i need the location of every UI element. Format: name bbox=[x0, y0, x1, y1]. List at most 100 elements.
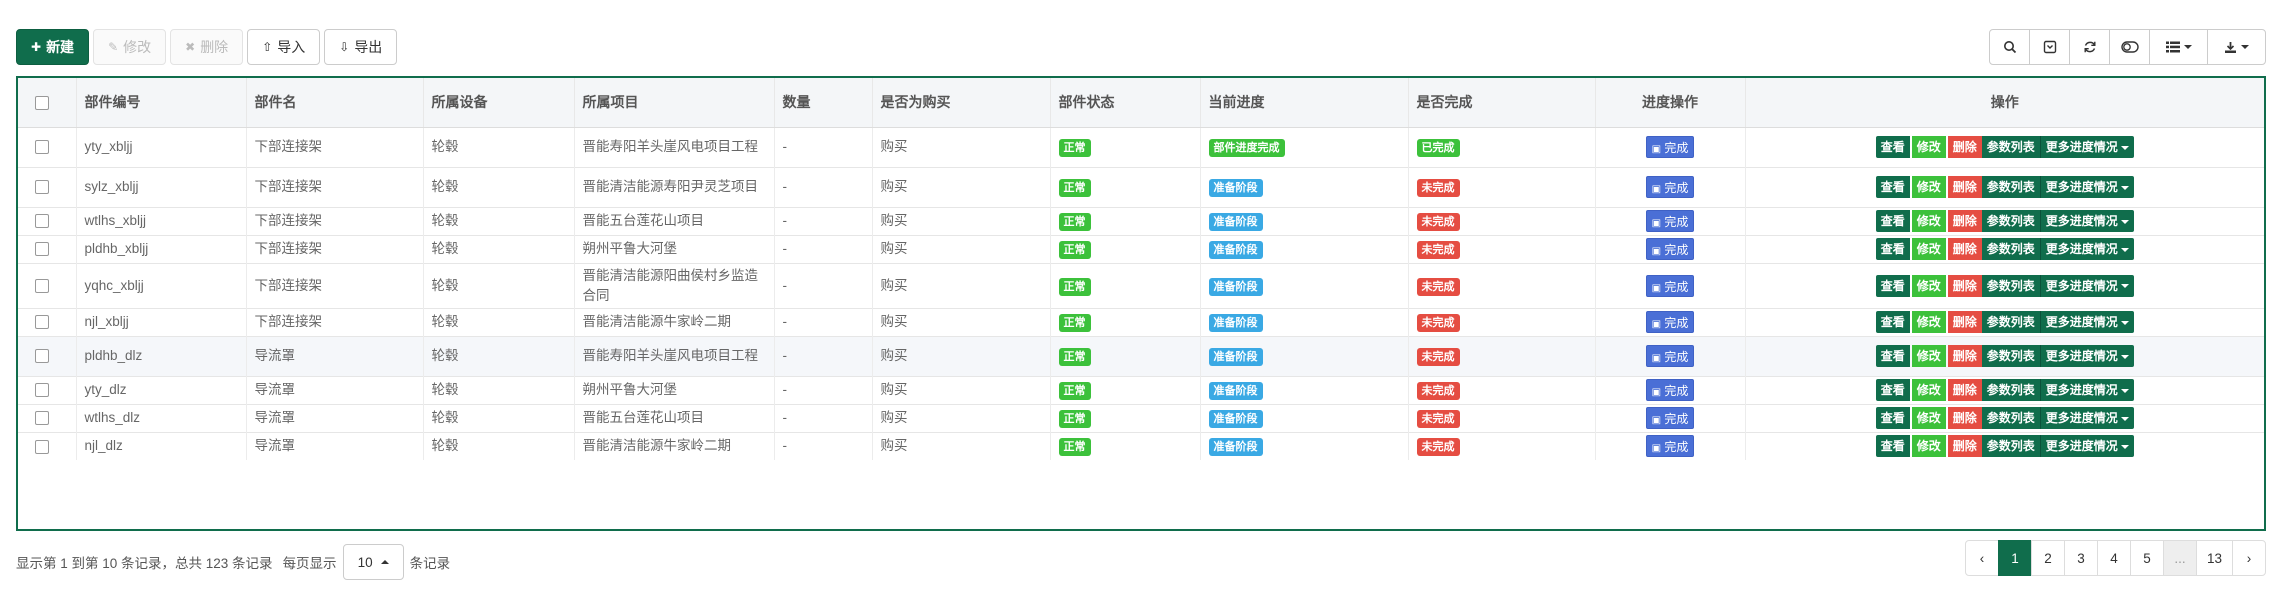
table-row[interactable]: yty_dlz 导流罩 轮毂 朔州平鲁大河堡 - 购买 正常 准备阶段 未完成 ▣ 完成 查看 修改删… bbox=[18, 375, 2264, 404]
more-progress-dropdown[interactable]: 更多进度情况 bbox=[2039, 136, 2134, 158]
row-checkbox[interactable] bbox=[35, 411, 49, 426]
row-checkbox[interactable] bbox=[35, 180, 49, 195]
header-code[interactable]: 部件编号 bbox=[75, 78, 246, 128]
edit-row-button[interactable]: 修改 bbox=[1911, 407, 1946, 429]
params-button[interactable]: 参数列表 bbox=[1981, 136, 2040, 158]
params-button[interactable]: 参数列表 bbox=[1981, 407, 2040, 429]
delete-row-button[interactable]: 删除 bbox=[1947, 407, 1982, 429]
row-checkbox[interactable] bbox=[35, 383, 49, 398]
params-button[interactable]: 参数列表 bbox=[1981, 311, 2040, 333]
page-button[interactable]: 13 bbox=[2195, 540, 2233, 576]
header-quantity[interactable]: 数量 bbox=[773, 78, 872, 128]
delete-row-button[interactable]: 删除 bbox=[1947, 136, 1982, 158]
edit-row-button[interactable]: 修改 bbox=[1911, 435, 1946, 458]
delete-row-button[interactable]: 删除 bbox=[1947, 176, 1982, 198]
header-progress[interactable]: 当前进度 bbox=[1199, 78, 1408, 128]
view-button[interactable]: 查看 bbox=[1875, 238, 1910, 260]
params-button[interactable]: 参数列表 bbox=[1981, 274, 2040, 297]
edit-button[interactable]: ✎ 修改 bbox=[93, 29, 167, 65]
more-progress-dropdown[interactable]: 更多进度情况 bbox=[2039, 311, 2134, 333]
complete-progress-button[interactable]: ▣ 完成 bbox=[1645, 407, 1695, 429]
complete-progress-button[interactable]: ▣ 完成 bbox=[1645, 435, 1695, 458]
new-button[interactable]: ✚ 新建 bbox=[16, 29, 90, 65]
params-button[interactable]: 参数列表 bbox=[1981, 435, 2040, 458]
page-size-select[interactable]: 10 bbox=[342, 544, 404, 580]
refresh-button[interactable] bbox=[2069, 29, 2110, 65]
row-checkbox[interactable] bbox=[35, 315, 49, 330]
delete-row-button[interactable]: 删除 bbox=[1947, 274, 1982, 297]
edit-row-button[interactable]: 修改 bbox=[1911, 176, 1946, 198]
toggle-pane-button[interactable] bbox=[2029, 29, 2070, 65]
delete-row-button[interactable]: 删除 bbox=[1947, 311, 1982, 333]
params-button[interactable]: 参数列表 bbox=[1981, 210, 2040, 232]
complete-progress-button[interactable]: ▣ 完成 bbox=[1645, 379, 1695, 401]
more-progress-dropdown[interactable]: 更多进度情况 bbox=[2039, 379, 2134, 401]
complete-progress-button[interactable]: ▣ 完成 bbox=[1645, 345, 1695, 367]
table-row[interactable]: njl_dlz 导流罩 轮毂 晋能清洁能源牛家岭二期 - 购买 正常 准备阶段 未完成 ▣ 完成 查… bbox=[18, 431, 2264, 460]
params-button[interactable]: 参数列表 bbox=[1981, 345, 2040, 367]
edit-row-button[interactable]: 修改 bbox=[1911, 210, 1946, 232]
table-row[interactable]: sylz_xbljj 下部连接架 轮毂 晋能清洁能源寿阳尹灵芝项目 - 购买 正常 准备阶段 未… bbox=[18, 166, 2264, 207]
table-row[interactable]: yty_xbljj 下部连接架 轮毂 晋能寿阳羊头崖风电项目工程 - 购买 正常 部件进度完成… bbox=[18, 126, 2264, 167]
header-done[interactable]: 是否完成 bbox=[1407, 78, 1595, 128]
delete-row-button[interactable]: 删除 bbox=[1947, 435, 1982, 458]
table-row[interactable]: pldhb_xbljj 下部连接架 轮毂 朔州平鲁大河堡 - 购买 正常 准备阶段 未完成 ▣ 完… bbox=[18, 234, 2264, 263]
complete-progress-button[interactable]: ▣ 完成 bbox=[1645, 238, 1695, 260]
header-status[interactable]: 部件状态 bbox=[1049, 78, 1200, 128]
row-checkbox[interactable] bbox=[35, 140, 49, 155]
more-progress-dropdown[interactable]: 更多进度情况 bbox=[2039, 238, 2134, 260]
more-progress-dropdown[interactable]: 更多进度情况 bbox=[2039, 274, 2134, 297]
more-progress-dropdown[interactable]: 更多进度情况 bbox=[2039, 407, 2134, 429]
edit-row-button[interactable]: 修改 bbox=[1911, 238, 1946, 260]
view-button[interactable]: 查看 bbox=[1875, 435, 1910, 458]
row-checkbox[interactable] bbox=[35, 439, 49, 454]
complete-progress-button[interactable]: ▣ 完成 bbox=[1645, 311, 1695, 333]
complete-progress-button[interactable]: ▣ 完成 bbox=[1645, 176, 1695, 198]
view-button[interactable]: 查看 bbox=[1875, 176, 1910, 198]
more-progress-dropdown[interactable]: 更多进度情况 bbox=[2039, 210, 2134, 232]
table-row[interactable]: wtlhs_dlz 导流罩 轮毂 晋能五台莲花山项目 - 购买 正常 准备阶段 未完成 ▣ 完成 查… bbox=[18, 403, 2264, 432]
header-device[interactable]: 所属设备 bbox=[422, 78, 574, 128]
edit-row-button[interactable]: 修改 bbox=[1911, 345, 1946, 367]
table-row[interactable]: yqhc_xbljj 下部连接架 轮毂 晋能清洁能源阳曲侯村乡监造合同 - 购买 正常 准备阶… bbox=[18, 262, 2264, 308]
delete-row-button[interactable]: 删除 bbox=[1947, 210, 1982, 232]
import-button[interactable]: ⇧ 导入 bbox=[247, 29, 321, 65]
params-button[interactable]: 参数列表 bbox=[1981, 176, 2040, 198]
params-button[interactable]: 参数列表 bbox=[1981, 238, 2040, 260]
more-progress-dropdown[interactable]: 更多进度情况 bbox=[2039, 435, 2134, 458]
prev-page-button[interactable]: ‹ bbox=[1964, 540, 1999, 576]
export-button[interactable]: ⇩ 导出 bbox=[324, 29, 398, 65]
page-button[interactable]: 1 bbox=[1997, 540, 2032, 576]
view-button[interactable]: 查看 bbox=[1875, 407, 1910, 429]
page-button[interactable]: 4 bbox=[2096, 540, 2131, 576]
delete-row-button[interactable]: 删除 bbox=[1947, 379, 1982, 401]
table-row[interactable]: pldhb_dlz 导流罩 轮毂 晋能寿阳羊头崖风电项目工程 - 购买 正常 准备阶段 未完成 ▣… bbox=[18, 335, 2264, 376]
edit-row-button[interactable]: 修改 bbox=[1911, 274, 1946, 297]
row-checkbox[interactable] bbox=[35, 242, 49, 257]
row-checkbox[interactable] bbox=[35, 214, 49, 229]
more-progress-dropdown[interactable]: 更多进度情况 bbox=[2039, 176, 2134, 198]
edit-row-button[interactable]: 修改 bbox=[1911, 379, 1946, 401]
more-progress-dropdown[interactable]: 更多进度情况 bbox=[2039, 345, 2134, 367]
search-button[interactable] bbox=[1989, 29, 2030, 65]
page-button[interactable]: 5 bbox=[2129, 540, 2164, 576]
toggle-view-button[interactable] bbox=[2109, 29, 2150, 65]
view-button[interactable]: 查看 bbox=[1875, 379, 1910, 401]
params-button[interactable]: 参数列表 bbox=[1981, 379, 2040, 401]
complete-progress-button[interactable]: ▣ 完成 bbox=[1645, 136, 1695, 158]
view-button[interactable]: 查看 bbox=[1875, 274, 1910, 297]
view-button[interactable]: 查看 bbox=[1875, 345, 1910, 367]
complete-progress-button[interactable]: ▣ 完成 bbox=[1645, 274, 1695, 297]
complete-progress-button[interactable]: ▣ 完成 bbox=[1645, 210, 1695, 232]
view-button[interactable]: 查看 bbox=[1875, 210, 1910, 232]
view-button[interactable]: 查看 bbox=[1875, 311, 1910, 333]
header-name[interactable]: 部件名 bbox=[245, 78, 423, 128]
select-all-checkbox[interactable] bbox=[35, 96, 49, 111]
delete-row-button[interactable]: 删除 bbox=[1947, 345, 1982, 367]
delete-button[interactable]: ✖ 删除 bbox=[170, 29, 244, 65]
page-button[interactable]: 3 bbox=[2063, 540, 2098, 576]
row-checkbox[interactable] bbox=[35, 349, 49, 364]
view-button[interactable]: 查看 bbox=[1875, 136, 1910, 158]
table-row[interactable]: njl_xbljj 下部连接架 轮毂 晋能清洁能源牛家岭二期 - 购买 正常 准备阶段 未完成 ▣… bbox=[18, 307, 2264, 336]
delete-row-button[interactable]: 删除 bbox=[1947, 238, 1982, 260]
